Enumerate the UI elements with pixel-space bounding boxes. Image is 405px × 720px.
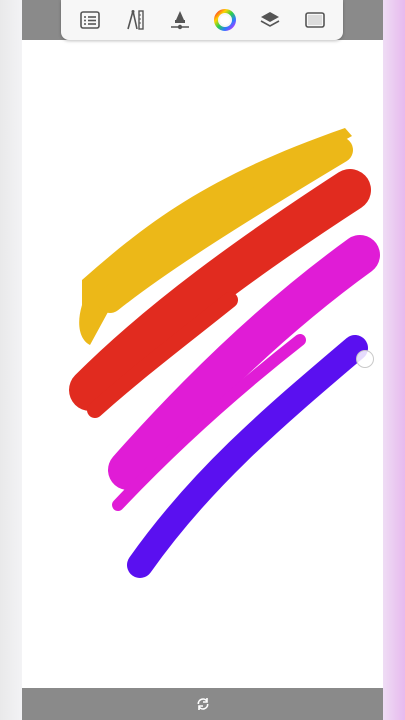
stroke-drag-handle[interactable] [356, 350, 374, 368]
top-toolbar [61, 0, 343, 40]
list-icon [79, 11, 100, 29]
layers-button[interactable] [255, 5, 285, 35]
sync-icon[interactable] [195, 696, 211, 712]
bottom-bar [22, 688, 383, 720]
color-wheel-icon [213, 9, 236, 31]
ruler-tool-button[interactable] [120, 5, 150, 35]
menu-button[interactable] [75, 5, 105, 35]
brush-tool-icon [170, 11, 189, 30]
drawing-canvas[interactable] [22, 40, 383, 688]
color-picker-button[interactable] [210, 5, 240, 35]
ruler-compass-icon [126, 10, 144, 30]
canvas-icon [304, 12, 325, 28]
layers-icon [260, 12, 279, 27]
brush-tool-button[interactable] [165, 5, 195, 35]
canvas-button[interactable] [300, 5, 330, 35]
